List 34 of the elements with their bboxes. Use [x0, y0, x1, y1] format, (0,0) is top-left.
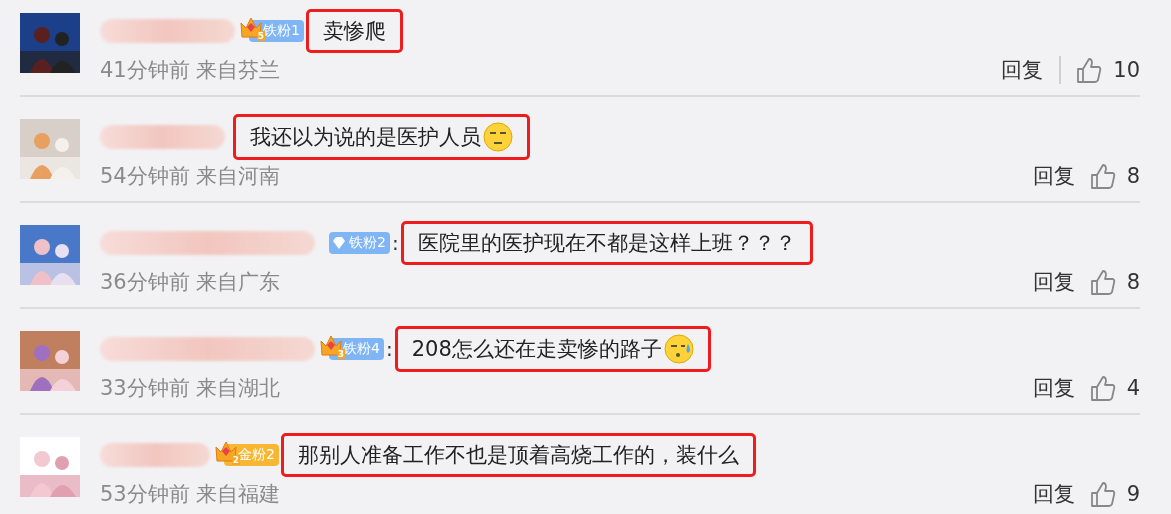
reply-link[interactable]: 回复: [1032, 480, 1075, 508]
colon: :: [391, 231, 399, 255]
crown-icon: 2: [214, 439, 238, 465]
like-count: 4: [1126, 376, 1140, 400]
like-count: 8: [1126, 164, 1140, 188]
comment-meta: 53分钟前 来自福建: [100, 481, 281, 508]
comment-text: 208怎么还在走卖惨的路子: [394, 326, 711, 372]
colon: :: [385, 337, 393, 361]
emoji-icon: [663, 334, 694, 364]
like-count: 9: [1126, 482, 1140, 506]
reply-link[interactable]: 回复: [1032, 374, 1075, 402]
comment-meta: 36分钟前 来自广东: [100, 269, 281, 296]
comment-text: 我还以为说的是医护人员: [233, 114, 530, 160]
comment-text: 医院里的医护现在不都是这样上班？？？: [400, 221, 813, 265]
comment-text: 卖惨爬: [305, 9, 403, 53]
fan-badge: 铁粉2: [329, 232, 390, 254]
comment-meta: 54分钟前 来自河南: [100, 163, 281, 190]
like-count: 10: [1113, 58, 1140, 82]
reply-link[interactable]: 回复: [1032, 162, 1075, 190]
comment-text: 那别人准备工作不也是顶着高烧工作的，装什么: [280, 433, 756, 477]
reply-link[interactable]: 回复: [1001, 56, 1062, 84]
thumbs-up-icon[interactable]: [1075, 56, 1104, 84]
thumbs-up-icon[interactable]: [1088, 268, 1117, 296]
reply-link[interactable]: 回复: [1032, 268, 1075, 296]
like-count: 8: [1126, 270, 1140, 294]
thumbs-up-icon[interactable]: [1088, 480, 1117, 508]
crown-icon: 5: [239, 15, 263, 41]
thumbs-up-icon[interactable]: [1088, 162, 1117, 190]
crown-icon: 3: [319, 333, 343, 359]
diamond-icon: [331, 235, 347, 251]
thumbs-up-icon[interactable]: [1088, 374, 1117, 402]
comment-meta: 41分钟前 来自芬兰: [100, 57, 281, 84]
emoji-icon: [483, 122, 513, 152]
comment-meta: 33分钟前 来自湖北: [100, 375, 281, 402]
